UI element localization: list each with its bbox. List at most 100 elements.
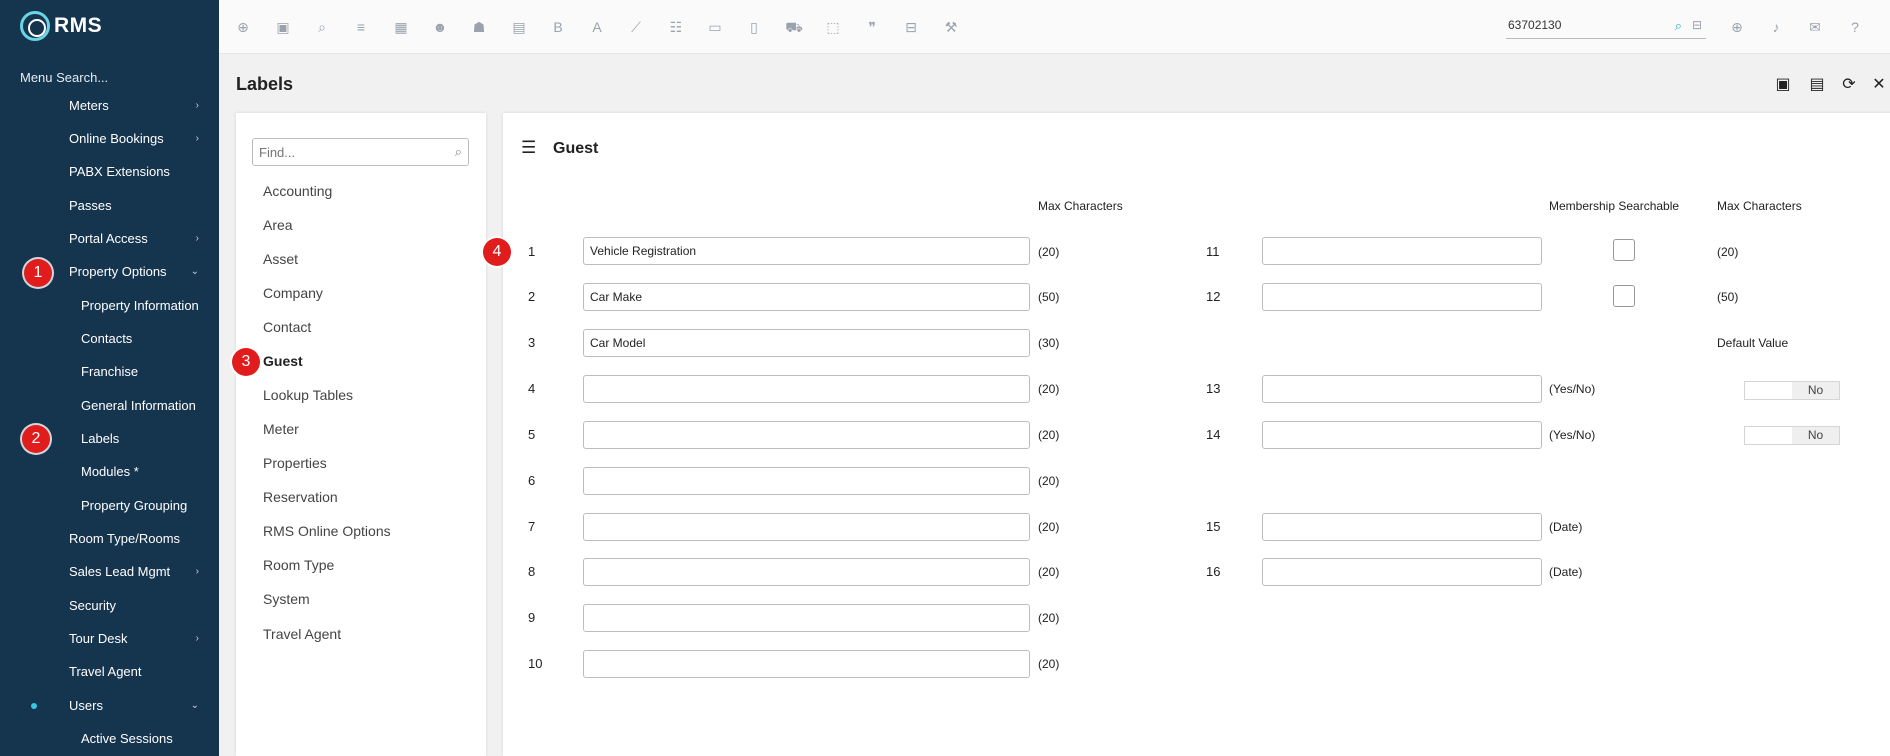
- label-field-6[interactable]: [583, 467, 1030, 495]
- map-icon[interactable]: ▤: [509, 17, 529, 37]
- calendar-icon[interactable]: ▣: [273, 17, 293, 37]
- list-item-contact[interactable]: Contact: [263, 319, 311, 335]
- list-item-accounting[interactable]: Accounting: [263, 183, 332, 199]
- membership-searchable-checkbox-12[interactable]: [1613, 285, 1635, 307]
- chat-icon[interactable]: ✉: [1805, 17, 1825, 37]
- search-icon[interactable]: ⌕: [1675, 18, 1682, 34]
- group-icon[interactable]: ☗: [469, 17, 489, 37]
- page-title: Labels: [236, 74, 294, 94]
- list-item-room-type[interactable]: Room Type: [263, 557, 334, 573]
- globe-icon[interactable]: ⊕: [1727, 17, 1747, 37]
- label-field-11[interactable]: [1262, 237, 1542, 265]
- sidebar-item-travel-agent[interactable]: Travel Agent: [0, 660, 219, 684]
- list-item-company[interactable]: Company: [263, 285, 323, 301]
- search-icon[interactable]: ⌕: [312, 17, 332, 37]
- list-item-properties[interactable]: Properties: [263, 455, 327, 471]
- label-field-10[interactable]: [583, 650, 1030, 678]
- add-icon[interactable]: ⊕: [233, 17, 253, 37]
- toggle-value: No: [1792, 427, 1839, 444]
- row-number: 2: [528, 289, 536, 304]
- label-field-15[interactable]: [1262, 513, 1542, 541]
- row-number: 15: [1206, 519, 1221, 534]
- default-value-toggle-13[interactable]: No: [1744, 381, 1840, 400]
- label-field-2[interactable]: [583, 283, 1030, 311]
- chevron-right-icon: ›: [195, 100, 199, 111]
- list-item-lookup-tables[interactable]: Lookup Tables: [263, 387, 353, 403]
- rms-logo[interactable]: RMS: [20, 11, 102, 41]
- list-item-reservation[interactable]: Reservation: [263, 489, 338, 505]
- hamburger-menu-icon[interactable]: ☰: [521, 138, 536, 158]
- letter-a-icon[interactable]: A: [587, 17, 607, 37]
- list-item-system[interactable]: System: [263, 591, 310, 607]
- label-field-3[interactable]: [583, 329, 1030, 357]
- sidebar-item-property-grouping[interactable]: Property Grouping: [0, 494, 219, 518]
- checklist-icon[interactable]: ☷: [666, 17, 686, 37]
- sidebar-item-franchise[interactable]: Franchise: [0, 360, 219, 384]
- chart-icon[interactable]: ⟋: [626, 17, 646, 37]
- save-and-close-icon[interactable]: ▤: [1806, 74, 1828, 96]
- active-dot-icon: [31, 703, 37, 709]
- hammer-icon[interactable]: ⚒: [941, 17, 961, 37]
- close-icon[interactable]: ✕: [1868, 74, 1890, 96]
- label-field-16[interactable]: [1262, 558, 1542, 586]
- document-icon[interactable]: ▯: [744, 17, 764, 37]
- membership-searchable-checkbox-11[interactable]: [1613, 239, 1635, 261]
- chevron-down-icon: ⌄: [190, 266, 199, 277]
- card-icon[interactable]: ▭: [705, 17, 725, 37]
- label-field-14[interactable]: [1262, 421, 1542, 449]
- refresh-icon[interactable]: ⟳: [1838, 74, 1860, 96]
- menu-search[interactable]: Menu Search...: [20, 70, 108, 85]
- list-item-area[interactable]: Area: [263, 217, 293, 233]
- label-field-8[interactable]: [583, 558, 1030, 586]
- label-field-1[interactable]: [583, 237, 1030, 265]
- grid-icon[interactable]: ▦: [391, 17, 411, 37]
- label-field-7[interactable]: [583, 513, 1030, 541]
- search-icon[interactable]: ⌕: [455, 144, 462, 160]
- sliders-icon[interactable]: ≡: [351, 17, 371, 37]
- sidebar-item-property-information[interactable]: Property Information: [0, 294, 219, 318]
- sidebar-item-active-sessions[interactable]: Active Sessions: [0, 727, 219, 751]
- list-item-meter[interactable]: Meter: [263, 421, 299, 437]
- sidebar-item-pabx-extensions[interactable]: PABX Extensions: [0, 160, 219, 184]
- sidebar-item-meters[interactable]: Meters ›: [0, 94, 219, 118]
- list-item-travel-agent[interactable]: Travel Agent: [263, 626, 341, 642]
- sidebar-item-passes[interactable]: Passes: [0, 194, 219, 218]
- bell-icon[interactable]: ♪: [1766, 17, 1786, 37]
- sidebar-item-security[interactable]: Security: [0, 594, 219, 618]
- sidebar-item-room-type-rooms[interactable]: Room Type/Rooms: [0, 527, 219, 551]
- label-field-9[interactable]: [583, 604, 1030, 632]
- sidebar-item-online-bookings[interactable]: Online Bookings ›: [0, 127, 219, 151]
- list-item-asset[interactable]: Asset: [263, 251, 298, 267]
- chevron-down-icon: ⌄: [190, 700, 199, 711]
- bed-icon[interactable]: ⊟: [901, 17, 921, 37]
- bold-b-icon[interactable]: B: [548, 17, 568, 37]
- sidebar-item-modules[interactable]: Modules *: [0, 460, 219, 484]
- field-type: (Date): [1549, 520, 1583, 534]
- global-search-input[interactable]: [1506, 15, 1666, 35]
- users-icon[interactable]: ☻: [430, 17, 450, 37]
- list-item-guest[interactable]: Guest: [263, 353, 303, 369]
- label-field-4[interactable]: [583, 375, 1030, 403]
- sidebar-item-users[interactable]: Users ⌄: [0, 694, 219, 718]
- list-item-rms-online-options[interactable]: RMS Online Options: [263, 523, 391, 539]
- sidebar-item-tour-desk[interactable]: Tour Desk ›: [0, 627, 219, 651]
- sidebar-item-general-information[interactable]: General Information: [0, 394, 219, 418]
- quote-icon[interactable]: ❞: [862, 17, 882, 37]
- help-icon[interactable]: ?: [1845, 17, 1865, 37]
- header-membership-searchable: Membership Searchable: [1549, 199, 1680, 213]
- sidebar-item-portal-access[interactable]: Portal Access ›: [0, 227, 219, 251]
- find-input[interactable]: [253, 139, 433, 165]
- row-number: 1: [528, 244, 536, 259]
- cart-icon[interactable]: ⛟: [784, 17, 804, 37]
- default-value-toggle-14[interactable]: No: [1744, 426, 1840, 445]
- save-icon[interactable]: ▣: [1772, 74, 1794, 96]
- bed-icon[interactable]: ⊟: [1692, 18, 1702, 32]
- label-field-13[interactable]: [1262, 375, 1542, 403]
- label-field-5[interactable]: [583, 421, 1030, 449]
- ticket-icon[interactable]: ⬚: [823, 17, 843, 37]
- sidebar-item-sales-lead-mgmt[interactable]: Sales Lead Mgmt ›: [0, 560, 219, 584]
- label-field-12[interactable]: [1262, 283, 1542, 311]
- sidebar-item-contacts[interactable]: Contacts: [0, 327, 219, 351]
- field-type: (Date): [1549, 565, 1583, 579]
- row-number: 4: [528, 381, 536, 396]
